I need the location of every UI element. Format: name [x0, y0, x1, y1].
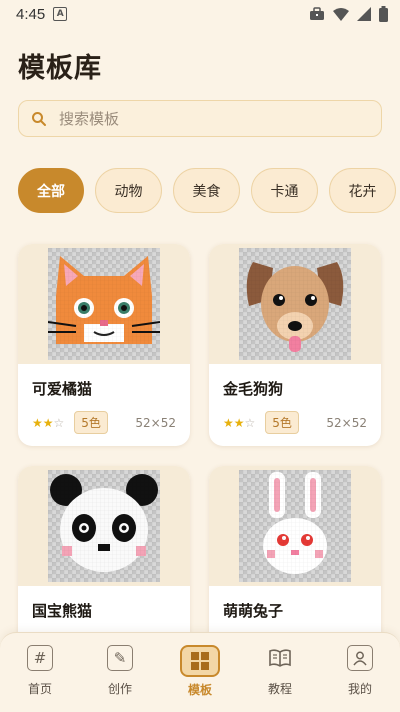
chip-animals[interactable]: 动物 — [95, 168, 162, 213]
panda-pixel-art — [48, 470, 160, 582]
status-icons — [309, 6, 388, 22]
status-time: 4:45 — [16, 5, 46, 23]
grid-icon — [180, 645, 220, 677]
template-thumbnail — [209, 466, 381, 586]
template-card-cat[interactable]: 可爱橘猫 ★★☆ 5色 52×52 — [18, 244, 190, 446]
template-meta: ★★☆ 5色 52×52 — [223, 411, 381, 434]
nav-label: 模板 — [187, 683, 212, 697]
nav-profile[interactable]: 我的 — [330, 645, 390, 697]
signal-icon — [357, 7, 371, 21]
wifi-icon — [333, 7, 349, 21]
book-icon — [267, 645, 293, 671]
star-filled-icon: ★ — [42, 415, 54, 430]
category-chips: 全部 动物 美食 卡通 花卉 — [18, 168, 396, 213]
hash-icon: # — [27, 645, 53, 671]
template-name: 国宝熊猫 — [32, 602, 93, 620]
battery-icon — [379, 6, 388, 22]
search-input[interactable] — [59, 109, 339, 128]
sim-icon: A — [53, 7, 68, 21]
star-filled-icon: ★ — [223, 415, 234, 430]
bunny-pixel-art — [239, 470, 351, 582]
status-bar: 4:45 A — [0, 0, 400, 28]
chip-cartoon[interactable]: 卡通 — [251, 168, 318, 213]
nav-tutorials[interactable]: 教程 — [250, 645, 310, 697]
page-title: 模板库 — [18, 53, 102, 84]
template-thumbnail — [18, 244, 190, 364]
orange-cat-pixel-art — [48, 248, 160, 360]
template-thumbnail — [209, 244, 381, 364]
grid-size: 52×52 — [135, 415, 176, 430]
nav-home[interactable]: # 首页 — [10, 645, 70, 697]
chip-all[interactable]: 全部 — [18, 168, 84, 213]
nav-label: 首页 — [27, 682, 52, 696]
nav-label: 创作 — [107, 682, 132, 696]
template-name: 可爱橘猫 — [32, 380, 93, 398]
star-filled-icon: ★ — [233, 415, 245, 430]
user-icon — [347, 645, 373, 671]
template-name: 金毛狗狗 — [223, 380, 284, 398]
chip-food[interactable]: 美食 — [173, 168, 240, 213]
difficulty-stars: ★★☆ — [223, 416, 255, 430]
nav-label: 我的 — [347, 682, 372, 696]
briefcase-icon — [310, 7, 324, 20]
search-box[interactable] — [18, 100, 382, 137]
search-icon — [32, 111, 46, 126]
nav-create[interactable]: ✎ 创作 — [90, 645, 150, 697]
template-card-dog[interactable]: 金毛狗狗 ★★☆ 5色 52×52 — [209, 244, 381, 446]
golden-dog-pixel-art — [239, 248, 351, 360]
nav-templates[interactable]: 模板 — [170, 645, 230, 698]
star-filled-icon: ★ — [32, 415, 43, 430]
grid-size: 52×52 — [326, 415, 367, 430]
template-meta: ★★☆ 5色 52×52 — [32, 411, 190, 434]
template-thumbnail — [18, 466, 190, 586]
nav-label: 教程 — [267, 682, 292, 696]
star-empty-icon: ☆ — [53, 415, 65, 430]
color-count-badge: 5色 — [265, 411, 299, 434]
difficulty-stars: ★★☆ — [32, 416, 64, 430]
bottom-nav: # 首页 ✎ 创作 模板 教程 我的 — [0, 632, 400, 712]
chip-flowers[interactable]: 花卉 — [329, 168, 396, 213]
template-name: 萌萌兔子 — [223, 602, 284, 620]
pencil-icon: ✎ — [107, 645, 133, 671]
star-empty-icon: ☆ — [244, 415, 256, 430]
color-count-badge: 5色 — [74, 411, 108, 434]
